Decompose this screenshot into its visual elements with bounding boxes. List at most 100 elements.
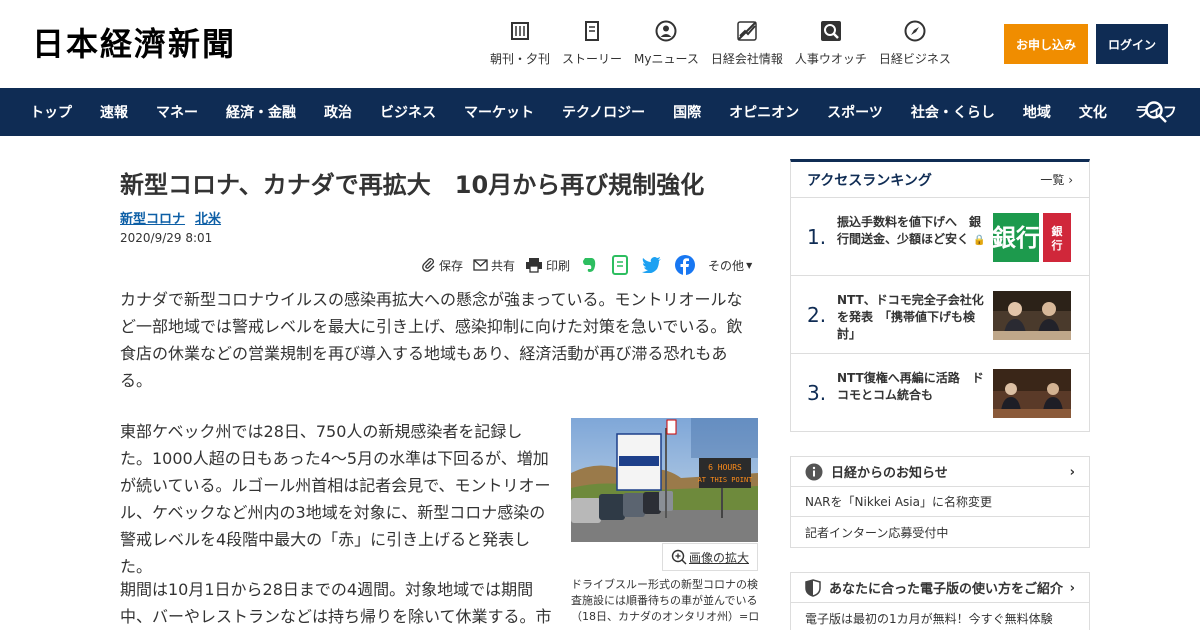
twitter-button[interactable]: [642, 257, 665, 273]
header-nav-story[interactable]: ストーリー: [562, 20, 622, 67]
header-nav-label: 人事ウオッチ: [794, 52, 867, 66]
note-icon: [612, 255, 629, 275]
main-nav-item[interactable]: 文化: [1079, 102, 1107, 122]
main-nav-item[interactable]: テクノロジー: [562, 102, 645, 122]
article-title: 新型コロナ、カナダで再拡大 10月から再び規制強化: [120, 171, 705, 199]
main-nav-item[interactable]: トップ: [30, 102, 72, 122]
header-nav-company-info[interactable]: 日経会社情報: [711, 20, 783, 67]
ranking-headline: NTT復権へ再編に活路 ドコモとコム統合も: [837, 371, 984, 402]
main-nav-item[interactable]: 速報: [100, 102, 128, 122]
header-nav-label: 日経会社情報: [710, 52, 783, 66]
photo-caption: ドライブスルー形式の新型コロナの検査施設には順番待ちの車が並んでいる（18日、カ…: [571, 578, 760, 623]
header-nav-label: ストーリー: [562, 52, 623, 66]
access-ranking: アクセスランキング 一覧 › 1. 振込手数料を値下げへ 銀行間送金、少額ほど安…: [790, 159, 1090, 432]
thumbnail-text: 行: [1051, 238, 1063, 252]
chevron-right-icon: ›: [1068, 173, 1073, 187]
article-paragraph: 期間は10月1日から28日までの4週間。対象地域では期間中、バーやレストランなど…: [120, 580, 552, 626]
ranking-headline: NTT、ドコモ完全子会社化を発表 「携帯値下げも検討」: [837, 293, 984, 341]
ranking-thumbnail: [993, 369, 1071, 418]
facebook-button[interactable]: [675, 255, 698, 275]
main-nav-item[interactable]: オピニオン: [729, 102, 799, 122]
ranking-title: アクセスランキング: [807, 172, 932, 189]
share-label: 共有: [491, 258, 516, 273]
thumbnail-text: 銀: [1052, 224, 1063, 238]
photo-sign-text: 6 HOURS: [708, 463, 742, 472]
evernote-icon: [583, 258, 596, 272]
info-icon: [805, 463, 823, 480]
user-icon: [655, 20, 677, 42]
login-button[interactable]: ログイン: [1096, 24, 1168, 64]
share-bar: 保存 共有 印刷 その他 ▼: [422, 254, 762, 276]
twitter-icon: [642, 257, 662, 273]
main-nav-item[interactable]: 地域: [1023, 102, 1051, 122]
shield-icon: [805, 578, 821, 597]
nav-search-icon[interactable]: [1144, 100, 1168, 124]
ranking-thumbnail: [993, 291, 1071, 340]
article-photo[interactable]: 6 HOURS AT THIS POINT: [571, 418, 758, 542]
nikkei-logo[interactable]: 日本経濟新聞: [32, 24, 236, 64]
article-paragraph: 東部ケベック州では28日、750人の新規感染者を記録した。1000人超の日もあっ…: [120, 422, 551, 576]
thumbnail-text: 銀行: [993, 224, 1040, 252]
notice-item[interactable]: 記者インターン応募受付中: [791, 517, 1089, 547]
nikkei-notices: 日経からのお知らせ › NARを「Nikkei Asia」に名称変更 記者インタ…: [790, 456, 1090, 548]
header-nav-label: 日経ビジネス: [878, 52, 951, 66]
chevron-right-icon: ›: [1069, 581, 1075, 596]
header-nav-morning-evening[interactable]: 朝刊・夕刊: [490, 20, 550, 67]
newspaper-icon: [509, 20, 531, 42]
main-nav-item[interactable]: 経済・金融: [226, 102, 296, 122]
site-header: 日本経濟新聞 朝刊・夕刊 ストーリー Myニュース 日経会社情報 人事ウオッチ …: [0, 0, 1200, 88]
photo-sign-text: AT THIS POINT: [698, 476, 754, 484]
main-nav-item[interactable]: ビジネス: [380, 102, 436, 122]
main-nav-item[interactable]: マーケット: [464, 102, 534, 122]
print-label: 印刷: [546, 258, 571, 273]
header-nav-mynews[interactable]: Myニュース: [634, 20, 699, 67]
digital-guide: あなたに合った電子版の使い方をご紹介 › 電子版は最初の1カ月が無料！今すぐ無料…: [790, 572, 1090, 630]
main-nav-item[interactable]: 国際: [673, 102, 701, 122]
header-nav-nikkei-business[interactable]: 日経ビジネス: [879, 20, 951, 67]
ranking-item[interactable]: 2. NTT、ドコモ完全子会社化を発表 「携帯値下げも検討」: [791, 276, 1089, 354]
guide-title: あなたに合った電子版の使い方をご紹介: [829, 582, 1064, 597]
ranking-item[interactable]: 3. NTT復権へ再編に活路 ドコモとコム統合も: [791, 354, 1089, 432]
more-share-button[interactable]: その他 ▼: [708, 257, 752, 274]
paperclip-icon: [422, 258, 435, 272]
chevron-right-icon: ›: [1069, 465, 1075, 480]
more-share-label: その他: [708, 258, 745, 273]
lock-icon: 🔒: [973, 235, 986, 246]
notices-header[interactable]: 日経からのお知らせ ›: [791, 457, 1089, 487]
ranking-more-link[interactable]: 一覧 ›: [1040, 171, 1073, 188]
ranking-number: 3.: [807, 381, 827, 405]
share-button[interactable]: 共有: [473, 257, 515, 274]
printer-icon: [526, 258, 543, 273]
main-nav-item[interactable]: スポーツ: [827, 102, 883, 122]
header-nav-label: Myニュース: [634, 52, 699, 66]
ranking-item[interactable]: 1. 振込手数料を値下げへ 銀行間送金、少額ほど安く 🔒 銀行 銀 行: [791, 198, 1089, 276]
main-nav-item[interactable]: 政治: [324, 102, 352, 122]
tag-link[interactable]: 新型コロナ: [120, 208, 185, 227]
ranking-number: 2.: [807, 303, 827, 327]
zoom-in-icon: [671, 549, 687, 565]
tag-link[interactable]: 北米: [195, 208, 221, 227]
notice-item[interactable]: NARを「Nikkei Asia」に名称変更: [791, 487, 1089, 517]
header-nav-personnel-watch[interactable]: 人事ウオッチ: [795, 20, 867, 67]
facebook-icon: [675, 255, 696, 275]
main-nav-item[interactable]: マネー: [156, 102, 198, 122]
main-nav: トップ 速報 マネー 経済・金融 政治 ビジネス マーケット テクノロジー 国際…: [0, 88, 1200, 136]
evernote-button[interactable]: [580, 256, 601, 274]
caret-down-icon: ▼: [746, 260, 753, 270]
note-button[interactable]: [611, 255, 632, 275]
compass-icon: [904, 20, 926, 42]
guide-item[interactable]: 電子版は最初の1カ月が無料！今すぐ無料体験: [791, 603, 1089, 630]
article-tags: 新型コロナ 北米: [120, 208, 231, 227]
subscribe-button[interactable]: お申し込み: [1004, 24, 1088, 64]
main-nav-item[interactable]: 社会・くらし: [911, 102, 995, 122]
enlarge-image-button[interactable]: 画像の拡大: [662, 543, 758, 571]
article-paragraph: カナダで新型コロナウイルスの感染再拡大への懸念が強まっている。モントリオールなど…: [120, 290, 743, 390]
save-button[interactable]: 保存: [422, 257, 463, 274]
book-icon: [581, 20, 603, 42]
article-date: 2020/9/29 8:01: [120, 231, 213, 245]
guide-header[interactable]: あなたに合った電子版の使い方をご紹介 ›: [791, 573, 1089, 603]
print-button[interactable]: 印刷: [525, 257, 570, 274]
ranking-text: 振込手数料を値下げへ 銀行間送金、少額ほど安く 🔒: [837, 214, 987, 249]
save-label: 保存: [439, 258, 464, 273]
header-nav-label: 朝刊・夕刊: [490, 52, 551, 66]
